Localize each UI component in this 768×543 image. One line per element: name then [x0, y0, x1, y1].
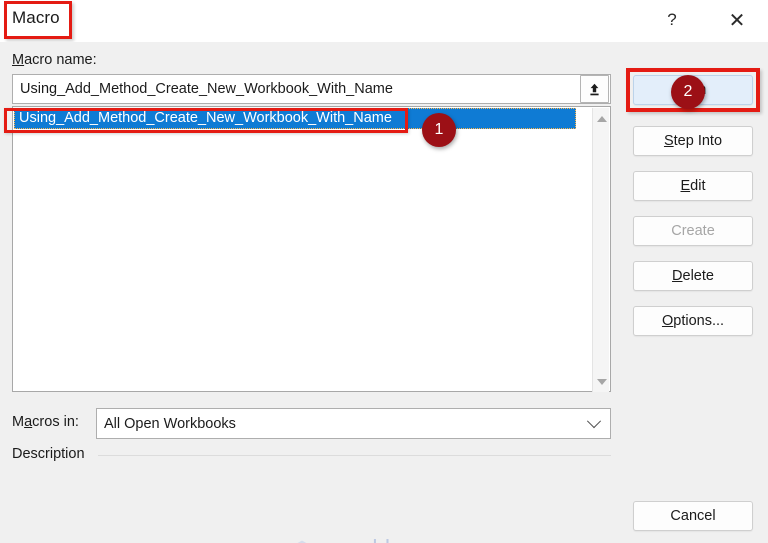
dialog-titlebar: Macro ? ✕	[0, 0, 768, 43]
options-button[interactable]: Options...	[633, 306, 753, 336]
macros-in-select[interactable]: All Open Workbooks	[96, 408, 611, 439]
scroll-up-icon[interactable]	[593, 110, 610, 127]
cube-logo-icon	[297, 540, 307, 543]
watermark-name: exceldemy	[325, 537, 433, 543]
upload-arrow-icon[interactable]	[580, 75, 609, 103]
close-icon[interactable]: ✕	[722, 6, 752, 34]
macro-name-label: Macro name:	[12, 52, 97, 68]
exceldemy-watermark: exceldemy EXCEL · DATA · BI	[285, 533, 460, 543]
step-badge-2: 2	[671, 75, 705, 109]
delete-button[interactable]: Delete	[633, 261, 753, 291]
macro-list[interactable]: Using_Add_Method_Create_New_Workbook_Wit…	[12, 106, 611, 392]
scroll-down-icon[interactable]	[593, 373, 610, 390]
dialog-body: Macro name: Using_Add_Method_Create_New_…	[0, 42, 768, 543]
step-into-button[interactable]: Step Into	[633, 126, 753, 156]
list-scrollbar[interactable]	[592, 108, 609, 392]
macro-name-value: Using_Add_Method_Create_New_Workbook_Wit…	[20, 81, 393, 97]
description-label: Description	[12, 446, 85, 462]
edit-button[interactable]: Edit	[633, 171, 753, 201]
step-badge-1: 1	[422, 113, 456, 147]
chevron-down-icon[interactable]	[584, 409, 604, 438]
macros-in-label: Macros in:	[12, 414, 79, 430]
title-highlight-box	[4, 1, 72, 39]
selected-item-highlight-box	[4, 108, 408, 133]
description-divider	[98, 455, 611, 456]
macros-in-value: All Open Workbooks	[104, 415, 236, 432]
create-button: Create	[633, 216, 753, 246]
macro-dialog: Macro ? ✕ Macro name: Using_Add_Method_C…	[0, 0, 768, 543]
macro-name-input[interactable]: Using_Add_Method_Create_New_Workbook_Wit…	[12, 74, 611, 104]
cancel-button[interactable]: Cancel	[633, 501, 753, 531]
question-mark-icon[interactable]: ?	[657, 6, 687, 34]
